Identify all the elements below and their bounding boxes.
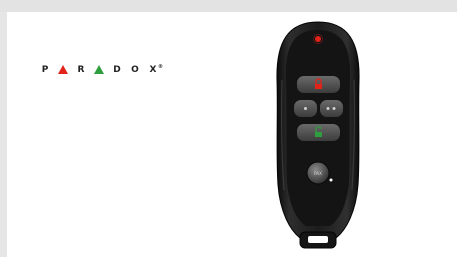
remote-control-image: PAX	[262, 20, 374, 250]
single-dot-icon	[304, 107, 307, 110]
logo-red-triangle-icon	[54, 65, 72, 75]
product-card	[7, 12, 457, 257]
double-dot-button	[320, 100, 343, 117]
logo-letter-p: P	[41, 65, 49, 75]
logo-letter-d: D	[113, 65, 121, 75]
logo-green-triangle-icon	[90, 65, 108, 75]
logo-letter-r: R	[77, 65, 85, 75]
round-button-label: PAX	[314, 171, 322, 176]
logo-registered-mark: ®	[158, 64, 163, 70]
paradox-logo: P R D O X ®	[36, 59, 163, 81]
logo-letter-o: O	[131, 65, 139, 75]
remote-control-drawing: PAX	[276, 21, 360, 249]
top-bar	[0, 0, 457, 12]
